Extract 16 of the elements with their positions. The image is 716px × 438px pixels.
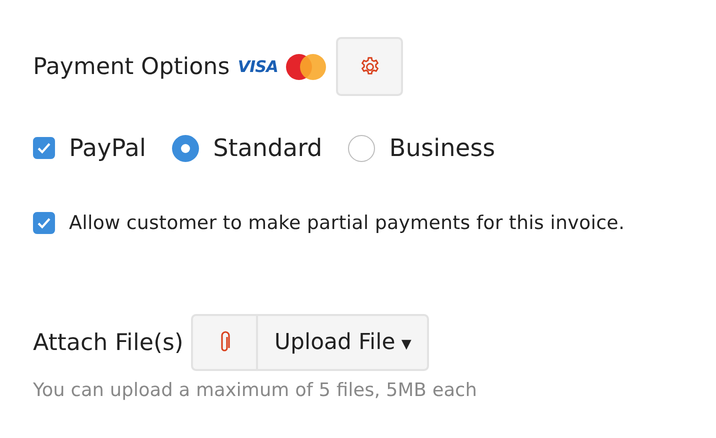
checkbox[interactable] [33,137,55,159]
settings-button[interactable] [336,37,403,96]
checkbox[interactable] [33,212,55,234]
card-logo: VISA [238,57,278,76]
upload-file-button[interactable]: Upload File ▾ [258,316,428,369]
option-label: PayPal [69,134,146,162]
radio-button[interactable] [348,134,376,162]
option-label: Business [389,134,496,162]
option-label: Standard [213,134,322,162]
upload-hint: You can upload a maximum of 5 files, 5MB each [33,380,478,401]
section-label: Payment Options [33,54,230,80]
radio-button[interactable] [172,134,200,162]
field-label: Attach File(s) [33,330,184,356]
settings-icon [358,56,380,78]
card-icon [284,52,328,80]
option-label: Allow customer to make partial payments for this invoice. [69,212,625,234]
